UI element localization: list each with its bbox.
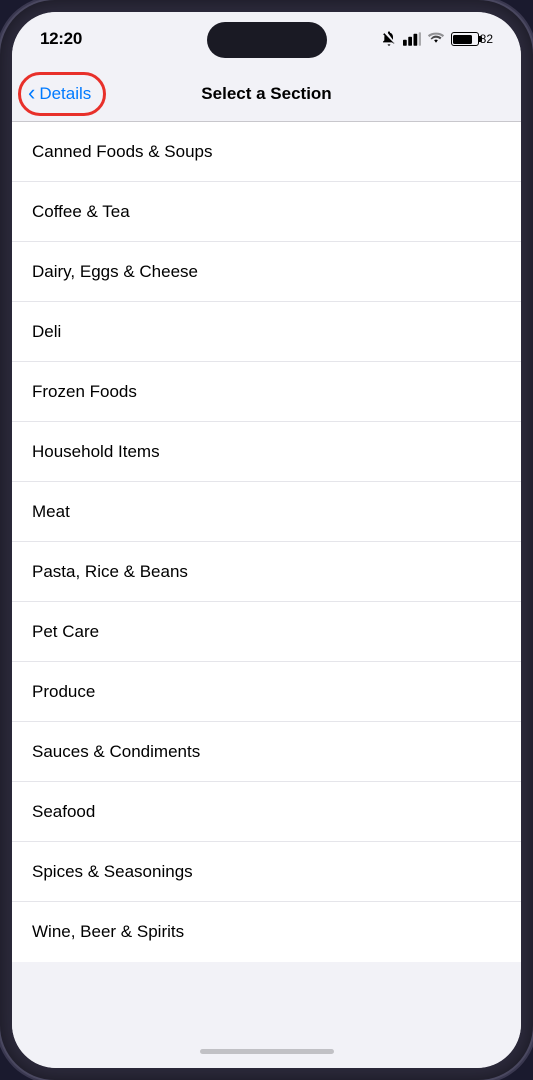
home-indicator <box>12 1034 521 1068</box>
battery-icon: 82 <box>451 32 493 46</box>
screen: 12:20 <box>12 12 521 1068</box>
list-item-label: Frozen Foods <box>32 382 137 402</box>
list-item-label: Coffee & Tea <box>32 202 130 222</box>
back-button[interactable]: ‹ Details <box>28 83 91 104</box>
status-icons: 82 <box>381 31 493 47</box>
list-item[interactable]: Wine, Beer & Spirits <box>12 902 521 962</box>
list-item[interactable]: Sauces & Condiments <box>12 722 521 782</box>
list-item-label: Household Items <box>32 442 160 462</box>
back-label: Details <box>39 84 91 104</box>
list-item-label: Produce <box>32 682 95 702</box>
list-item-label: Meat <box>32 502 70 522</box>
signal-icon <box>403 32 421 46</box>
list-item-label: Sauces & Condiments <box>32 742 200 762</box>
list-item-label: Pasta, Rice & Beans <box>32 562 188 582</box>
list-item-label: Deli <box>32 322 61 342</box>
list-item[interactable]: Pet Care <box>12 602 521 662</box>
sections-list: Canned Foods & Soups Coffee & Tea Dairy, E… <box>12 122 521 962</box>
phone-frame: 12:20 <box>0 0 533 1080</box>
list-item-label: Wine, Beer & Spirits <box>32 922 184 942</box>
home-bar <box>200 1049 334 1054</box>
list-item-label: Pet Care <box>32 622 99 642</box>
content-area: Canned Foods & Soups Coffee & Tea Dairy, E… <box>12 122 521 1034</box>
nav-title: Select a Section <box>201 84 331 104</box>
list-item[interactable]: Frozen Foods <box>12 362 521 422</box>
list-item-label: Dairy, Eggs & Cheese <box>32 262 198 282</box>
status-time: 12:20 <box>40 29 82 49</box>
list-item[interactable]: Dairy, Eggs & Cheese <box>12 242 521 302</box>
list-item[interactable]: Seafood <box>12 782 521 842</box>
list-item[interactable]: Pasta, Rice & Beans <box>12 542 521 602</box>
nav-bar: ‹ Details Select a Section <box>12 66 521 122</box>
list-item[interactable]: Deli <box>12 302 521 362</box>
list-item[interactable]: Canned Foods & Soups <box>12 122 521 182</box>
list-item[interactable]: Spices & Seasonings <box>12 842 521 902</box>
dynamic-island <box>207 22 327 58</box>
back-chevron-icon: ‹ <box>28 82 35 104</box>
list-item[interactable]: Produce <box>12 662 521 722</box>
wifi-icon <box>427 32 445 46</box>
list-item-label: Canned Foods & Soups <box>32 142 213 162</box>
notification-icon <box>381 31 397 47</box>
list-item[interactable]: Household Items <box>12 422 521 482</box>
battery-level: 82 <box>480 32 493 46</box>
list-item-label: Seafood <box>32 802 95 822</box>
list-item-label: Spices & Seasonings <box>32 862 193 882</box>
list-item[interactable]: Coffee & Tea <box>12 182 521 242</box>
list-item[interactable]: Meat <box>12 482 521 542</box>
